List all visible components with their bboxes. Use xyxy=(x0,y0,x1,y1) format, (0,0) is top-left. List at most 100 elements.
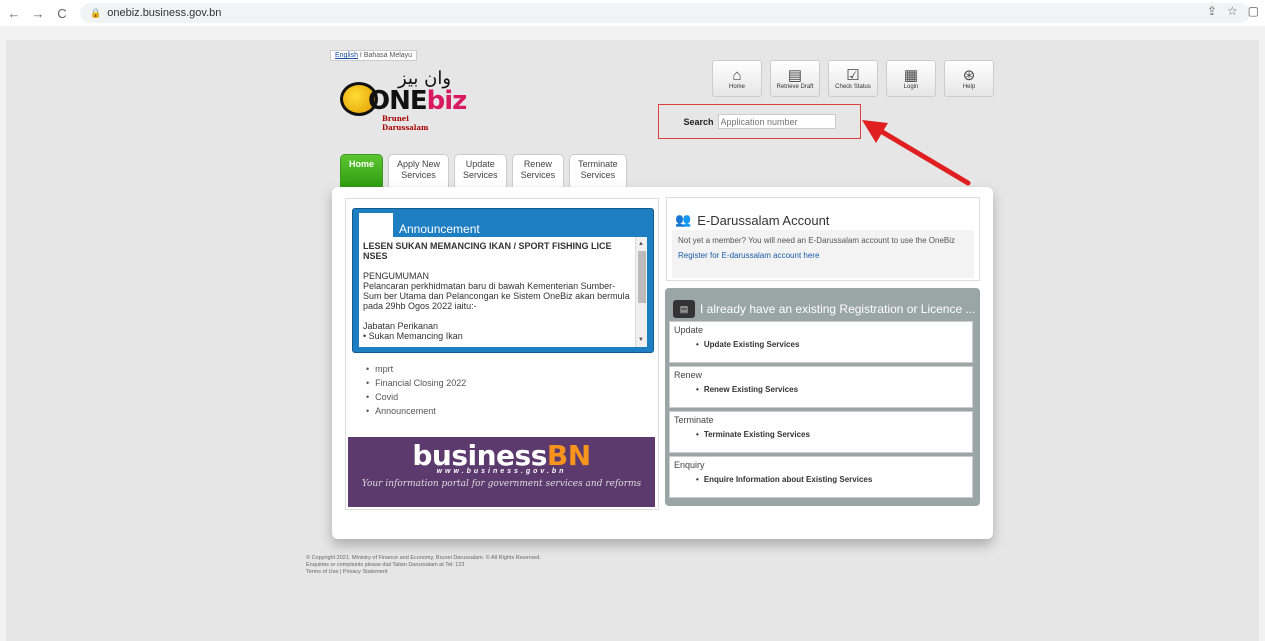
check-status-label: Check Status xyxy=(835,83,871,90)
tab-terminate-services[interactable]: Terminate Services xyxy=(569,154,627,188)
update-existing-services-link[interactable]: Update Existing Services xyxy=(670,340,972,349)
existing-title-text: I already have an existing Registration … xyxy=(700,302,976,316)
section-update-name: Update xyxy=(674,325,704,335)
terms-of-use-link[interactable]: Terms of Use xyxy=(306,569,338,575)
logo-word-one: ONE xyxy=(368,86,428,116)
browser-toolbar: ← → C 🔒 onebiz.business.gov.bn ⇪ ☆ ▢ xyxy=(0,0,1265,26)
section-update: Update Update Existing Services xyxy=(669,321,973,363)
announcement-title: LESEN SUKAN MEMANCING IKAN / SPORT FISHI… xyxy=(363,241,612,261)
announcement-line2: • Sukan Memancing Ikan xyxy=(363,331,463,341)
section-enquiry: Enquiry Enquire Information about Existi… xyxy=(669,456,973,498)
logo-wordmark: ONEbiz xyxy=(368,86,468,116)
login-button[interactable]: ▦ Login xyxy=(886,60,936,97)
link-covid[interactable]: Covid xyxy=(366,390,466,404)
service-tabs: Home Apply New Services Update Services Re… xyxy=(340,154,627,188)
share-icon[interactable]: ⇪ xyxy=(1207,4,1217,18)
help-icon: ⊛ xyxy=(962,66,976,84)
language-switch: English I Bahasa Melayu xyxy=(330,50,418,61)
edarussalam-account-box: 👥 E-Darussalam Account Not yet a member?… xyxy=(666,197,980,281)
users-icon: 👥 xyxy=(675,212,692,227)
tab-renew-line2: Services xyxy=(520,170,556,180)
link-mprt[interactable]: mprt xyxy=(366,362,466,376)
link-financial-closing[interactable]: Financial Closing 2022 xyxy=(366,376,466,390)
tab-home-label: Home xyxy=(349,159,375,169)
section-enquiry-name: Enquiry xyxy=(674,460,705,470)
existing-registration-box: ▤ I already have an existing Registratio… xyxy=(665,288,980,506)
renew-existing-services-link[interactable]: Renew Existing Services xyxy=(670,385,972,394)
login-label: Login xyxy=(903,83,919,90)
bookmark-star-icon[interactable]: ☆ xyxy=(1227,4,1238,18)
existing-title: ▤ I already have an existing Registratio… xyxy=(673,300,975,318)
privacy-statement-link[interactable]: Privacy Statement xyxy=(343,569,388,575)
footer-enquiries: Enquiries or complaints please dial Tali… xyxy=(306,562,465,568)
edarussalam-title-text: E-Darussalam Account xyxy=(697,212,830,228)
help-label: Help xyxy=(962,83,976,90)
check-status-button[interactable]: ☑ Check Status xyxy=(828,60,878,97)
search-label: Search xyxy=(683,116,714,127)
search-input[interactable] xyxy=(717,114,836,129)
footer: © Copyright 2021. Ministry of Finance an… xyxy=(306,555,541,576)
scroll-down-icon[interactable]: ▼ xyxy=(638,335,644,345)
status-icon: ☑ xyxy=(846,66,860,84)
section-renew: Renew Renew Existing Services xyxy=(669,366,973,408)
tab-terminate-line1: Terminate xyxy=(578,159,618,169)
banner-tagline: Your information portal for government s… xyxy=(361,479,642,489)
retrieve-draft-label: Retrieve Draft xyxy=(776,83,814,90)
register-edarussalam-link[interactable]: Register for E-darussalam account here xyxy=(678,251,968,260)
announcement-subheading: PENGUMUMAN xyxy=(363,271,430,281)
footer-links: Terms of Use | Privacy Statement xyxy=(306,569,541,576)
edarussalam-text: Not yet a member? You will need an E-Dar… xyxy=(678,236,956,245)
businessbn-banner[interactable]: businessBN www.business.gov.bn Your info… xyxy=(348,437,655,507)
tab-terminate-line2: Services xyxy=(580,170,616,180)
help-button[interactable]: ⊛ Help xyxy=(944,60,994,97)
announcement-body[interactable]: LESEN SUKAN MEMANCING IKAN / SPORT FISHI… xyxy=(359,237,647,347)
search-area: Search xyxy=(658,104,861,139)
lang-malay-link[interactable]: Bahasa Melayu xyxy=(364,52,412,59)
lang-english-link[interactable]: English xyxy=(335,52,358,59)
announcement-line1: Jabatan Perikanan xyxy=(363,321,439,331)
top-toolbar: ⌂ Home ▤ Retrieve Draft ☑ Check Status ▦ Log… xyxy=(712,60,994,97)
footer-copyright: © Copyright 2021. Ministry of Finance an… xyxy=(306,555,541,561)
tab-renew-line1: Renew xyxy=(523,159,552,169)
tab-apply-line1: Apply New xyxy=(397,159,441,169)
home-button-label: Home xyxy=(728,83,745,90)
back-icon[interactable]: ← xyxy=(4,6,24,21)
edarussalam-title: 👥 E-Darussalam Account xyxy=(675,212,829,228)
announcement-box: Announcement LESEN SUKAN MEMANCING IKAN … xyxy=(352,208,654,353)
window-icon[interactable]: ▢ xyxy=(1248,4,1259,18)
announcement-scrollbar[interactable]: ▲ ▼ xyxy=(635,237,647,347)
tab-apply-new-services[interactable]: Apply New Services xyxy=(388,154,450,188)
footer-separator: | xyxy=(339,569,342,575)
tab-update-line2: Services xyxy=(463,170,498,180)
reload-icon[interactable]: C xyxy=(52,6,72,21)
url-text: onebiz.business.gov.bn xyxy=(107,7,222,19)
home-icon: ⌂ xyxy=(732,66,742,84)
registry-icon: ▤ xyxy=(673,300,695,318)
announcement-links: mprt Financial Closing 2022 Covid Announ… xyxy=(366,362,466,418)
draft-icon: ▤ xyxy=(787,66,803,84)
tab-renew-services[interactable]: Renew Services xyxy=(511,154,565,188)
logo-subtitle: Brunei Darussalam xyxy=(382,114,429,132)
link-announcement[interactable]: Announcement xyxy=(366,404,466,418)
banner-url: www.business.gov.bn xyxy=(436,468,567,475)
lang-separator: I xyxy=(359,52,362,59)
forward-icon[interactable]: → xyxy=(28,6,48,21)
announcement-heading: Announcement xyxy=(399,222,480,236)
section-terminate: Terminate Terminate Existing Services xyxy=(669,411,973,453)
section-renew-name: Renew xyxy=(674,370,703,380)
enquire-existing-services-link[interactable]: Enquire Information about Existing Servi… xyxy=(670,475,972,484)
address-bar[interactable]: 🔒 onebiz.business.gov.bn xyxy=(80,3,1250,23)
tab-update-line1: Update xyxy=(465,159,495,169)
scroll-thumb[interactable] xyxy=(638,251,646,303)
scroll-up-icon[interactable]: ▲ xyxy=(638,239,644,249)
tab-update-services[interactable]: Update Services xyxy=(454,154,507,188)
logo-word-biz: biz xyxy=(426,86,468,116)
retrieve-draft-button[interactable]: ▤ Retrieve Draft xyxy=(770,60,820,97)
announcement-icon xyxy=(359,213,393,237)
onebiz-logo[interactable]: وان بيز ONEbiz Brunei Darussalam xyxy=(338,68,467,132)
tab-home[interactable]: Home xyxy=(340,154,384,188)
tab-apply-line2: Services xyxy=(401,170,436,180)
terminate-existing-services-link[interactable]: Terminate Existing Services xyxy=(670,430,972,439)
red-arrow-annotation xyxy=(862,120,971,186)
home-button[interactable]: ⌂ Home xyxy=(712,60,762,97)
